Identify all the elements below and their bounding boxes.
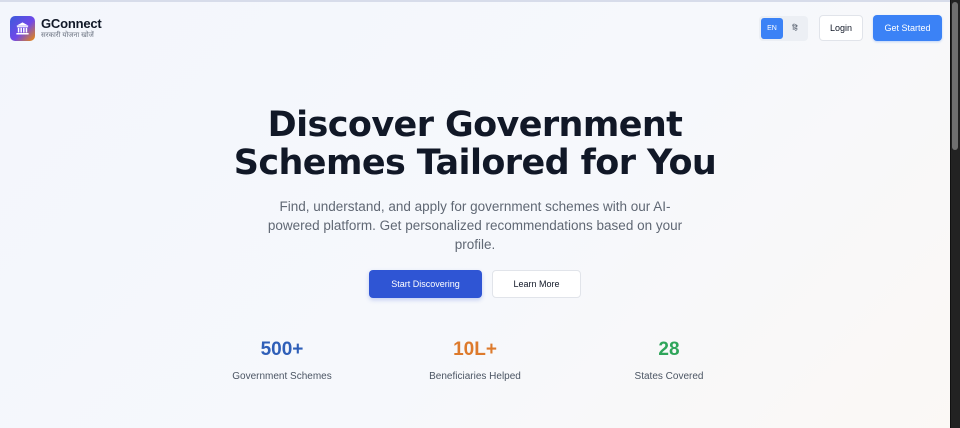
hero-subtitle: Find, understand, and apply for governme… bbox=[255, 197, 695, 254]
hero-subtitle-line: powered platform. Get personalized recom… bbox=[267, 218, 683, 233]
hero-subtitle-line: profile. bbox=[454, 237, 496, 252]
stat-value: 500+ bbox=[260, 339, 304, 360]
navbar: GConnect सरकारी योजना खोजें EN हि Login … bbox=[0, 2, 950, 54]
hero-title: Discover Government Schemes Tailored for… bbox=[200, 106, 750, 182]
scrollbar-thumb[interactable] bbox=[952, 2, 958, 150]
stat-beneficiaries: 10L+ Beneficiaries Helped bbox=[375, 339, 575, 382]
lang-en-button[interactable]: EN bbox=[761, 17, 783, 39]
brand[interactable]: GConnect सरकारी योजना खोजें bbox=[10, 15, 102, 41]
language-toggle: EN हि bbox=[759, 15, 808, 41]
government-building-icon bbox=[10, 15, 35, 41]
brand-tagline: सरकारी योजना खोजें bbox=[41, 32, 94, 39]
stat-label: States Covered bbox=[634, 371, 704, 382]
stat-value: 10L+ bbox=[453, 339, 497, 360]
stat-states: 28 States Covered bbox=[569, 339, 769, 382]
hero-title-line: Discover Government bbox=[267, 105, 683, 145]
hero-subtitle-line: Find, understand, and apply for governme… bbox=[279, 199, 671, 214]
learn-more-button[interactable]: Learn More bbox=[492, 270, 581, 298]
scrollbar[interactable] bbox=[950, 0, 960, 428]
stat-label: Government Schemes bbox=[232, 371, 332, 382]
lang-hi-button[interactable]: हि bbox=[784, 18, 806, 39]
brand-name: GConnect bbox=[41, 16, 102, 31]
stat-schemes: 500+ Government Schemes bbox=[182, 339, 382, 382]
login-button[interactable]: Login bbox=[819, 15, 863, 41]
get-started-button[interactable]: Get Started bbox=[873, 15, 942, 41]
stat-label: Beneficiaries Helped bbox=[429, 371, 521, 382]
start-discovering-button[interactable]: Start Discovering bbox=[369, 270, 482, 298]
hero-title-line: Schemes Tailored for You bbox=[233, 143, 717, 183]
nav-actions: EN हि Login Get Started bbox=[759, 15, 942, 41]
stat-value: 28 bbox=[658, 339, 680, 360]
